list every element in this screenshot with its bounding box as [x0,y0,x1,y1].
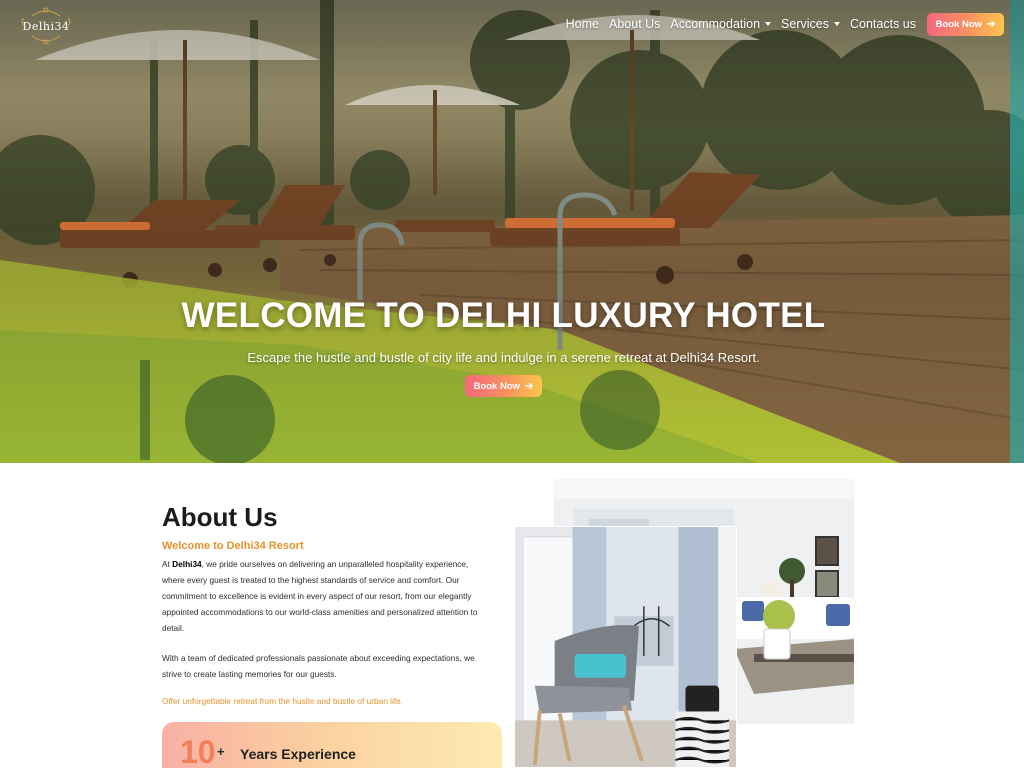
hero-book-now-button[interactable]: Book Now ➔ [465,375,542,397]
nav-contacts[interactable]: Contacts us [850,17,916,31]
nav-contacts-label: Contacts us [849,17,916,31]
about-p1-text: , we pride ourselves on delivering an un… [162,559,478,633]
about-subtitle: Welcome to Delhi34 Resort [162,540,304,552]
experience-label: Years Experience [240,746,356,762]
hero-banner: Delhi34 Home About Us Accommodation Serv… [0,0,1024,463]
nav-about-label: About Us [609,17,661,31]
nav-services[interactable]: Services [781,17,840,31]
arrow-right-icon: ➔ [525,380,534,392]
experience-card: 10 + Years Experience [162,722,502,768]
nav-book-now-label: Book Now [935,18,983,30]
nav-home[interactable]: Home [566,17,599,31]
hero-subtitle: Escape the hustle and bustle of city lif… [247,350,760,365]
nav-accommodation-label: Accommodation [670,17,761,31]
hero-book-now-label: Book Now [473,380,521,392]
nav-about-us[interactable]: About Us [609,17,660,31]
nav-home-label: Home [565,17,599,31]
brand-logo[interactable]: Delhi34 [18,4,74,48]
arrow-right-icon: ➔ [987,18,996,30]
about-paragraph-1: At Delhi34, we pride ourselves on delive… [162,556,492,636]
caret-down-icon [833,22,840,26]
about-brand-bold: Delhi34 [172,559,202,569]
about-description: At Delhi34, we pride ourselves on delive… [162,556,492,696]
hero-title: WELCOME TO DELHI LUXURY HOTEL [181,296,826,335]
logo-text: Delhi34 [22,19,70,33]
about-p1-prefix: At [162,559,173,569]
experience-plus: + [217,744,225,759]
caret-down-icon [765,22,772,26]
about-title: About Us [162,502,278,532]
chair-photo [514,526,737,768]
main-navigation: Home About Us Accommodation Services Con… [556,12,1004,36]
about-paragraph-2: With a team of dedicated professionals p… [162,653,475,679]
experience-number: 10 [180,734,216,768]
about-tagline: Offer unforgettable retreat from the hus… [162,696,404,706]
nav-accommodation[interactable]: Accommodation [670,17,772,31]
nav-services-label: Services [781,17,829,31]
nav-book-now-button[interactable]: Book Now ➔ [927,12,1004,36]
